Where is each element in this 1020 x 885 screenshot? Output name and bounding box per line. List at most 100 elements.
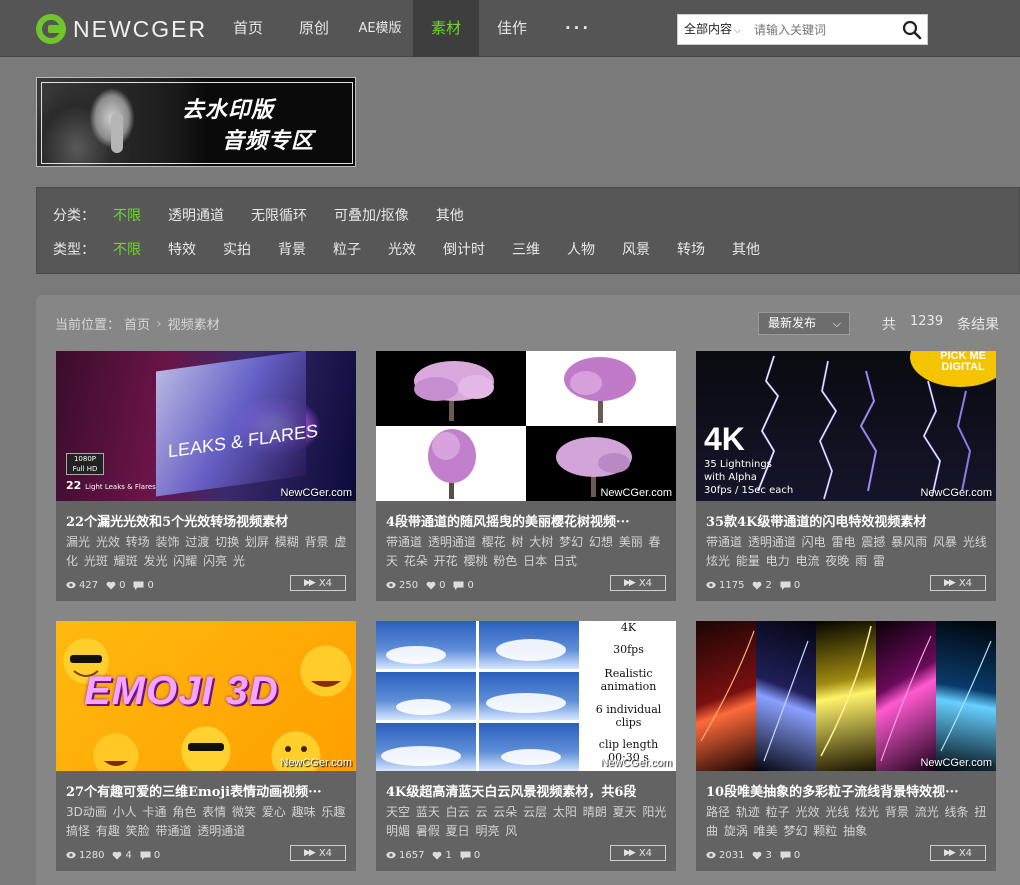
breadcrumb-current[interactable]: 视频素材 <box>168 314 220 333</box>
sort-select[interactable]: 最新发布 ⌵ <box>758 312 850 335</box>
logo-text: NEWCGER <box>73 15 208 42</box>
search-button[interactable] <box>901 19 923 41</box>
nav-item-showcase[interactable]: 佳作 <box>479 0 545 57</box>
chevron-down-icon: ⌵ <box>832 317 841 330</box>
likes-stat: 2 <box>752 579 772 591</box>
type-option-scenery[interactable]: 风景 <box>622 239 650 259</box>
speed-label: X4 <box>318 847 333 859</box>
type-option-background[interactable]: 背景 <box>278 239 306 259</box>
video-card[interactable]: 4K 30fps Realistic animation 6 individua… <box>376 621 676 871</box>
video-stats: 250 0 0 <box>386 578 482 592</box>
preview-speed-button[interactable]: ▶▶ X4 <box>290 575 346 591</box>
nav-item-original[interactable]: 原创 <box>281 0 347 57</box>
eye-icon <box>386 581 396 589</box>
video-title[interactable]: 27个有趣可爱的三维Emoji表情动画视频··· <box>66 781 350 800</box>
type-option-effects[interactable]: 特效 <box>168 239 196 259</box>
video-thumbnail[interactable]: NewCGer.com <box>696 621 996 771</box>
banner-line-2: 音频专区 <box>222 128 315 154</box>
video-card[interactable]: NewCGer.com 4段带通道的随风摇曳的美丽樱花树视频··· 带通道 透明… <box>376 351 676 601</box>
likes-count: 1 <box>445 849 452 861</box>
video-tags: 漏光 光效 转场 装饰 过渡 切换 划屏 模糊 背景 虚化 光斑 耀斑 发光 闪… <box>66 535 347 568</box>
video-title[interactable]: 22个漏光光效和5个光效转场视频素材 <box>66 511 350 530</box>
cloud-shape <box>496 639 566 661</box>
nav-item-more[interactable]: ··· <box>545 0 611 57</box>
watermark: NewCGer.com <box>600 487 672 499</box>
video-thumbnail[interactable]: NewCGer.com <box>376 351 676 501</box>
type-option-light[interactable]: 光效 <box>388 239 416 259</box>
thumbnail-caption: 4K <box>620 621 637 634</box>
views-stat: 1657 <box>386 850 424 861</box>
search-scope-select[interactable]: 全部内容 ⌵ <box>678 15 750 44</box>
video-card[interactable]: EMOJI 3D NewCGer.com 27个有趣可爱的三维Emoji表情动画… <box>56 621 356 871</box>
category-option-alpha[interactable]: 透明通道 <box>168 205 224 225</box>
video-thumbnail[interactable]: EMOJI 3D NewCGer.com <box>56 621 356 771</box>
video-card[interactable]: NewCGer.com 10段唯美抽象的多彩粒子流线背景特效视··· 路径 轨迹… <box>696 621 996 871</box>
banner-line-1: 去水印版 <box>182 97 275 123</box>
nav-item-ae-templates[interactable]: AE模版 <box>347 0 413 57</box>
comment-icon <box>460 851 471 860</box>
nav-item-home[interactable]: 首页 <box>215 0 281 57</box>
eye-icon <box>706 851 716 859</box>
video-title[interactable]: 4段带通道的随风摇曳的美丽樱花树视频··· <box>386 511 670 530</box>
comment-icon <box>780 851 791 860</box>
likes-count: 2 <box>765 579 772 591</box>
type-option-people[interactable]: 人物 <box>567 239 595 259</box>
preview-speed-button[interactable]: ▶▶ X4 <box>930 575 986 591</box>
cherry-tree-illustration <box>414 357 636 499</box>
video-thumbnail[interactable]: 4K 30fps Realistic animation 6 individua… <box>376 621 676 771</box>
likes-count: 0 <box>119 579 126 591</box>
likes-count: 4 <box>125 849 132 861</box>
video-tags: 天空 蓝天 白云 云 云朵 云层 太阳 晴朗 夏天 阳光 明媚 暑假 夏日 明亮… <box>386 805 667 838</box>
preview-speed-button[interactable]: ▶▶ X4 <box>290 845 346 861</box>
eye-icon <box>66 581 76 589</box>
video-stats: 2031 3 0 <box>706 848 808 862</box>
watermark: NewCGer.com <box>280 487 352 499</box>
preview-speed-button[interactable]: ▶▶ X4 <box>930 845 986 861</box>
promo-line-2: DIGITAL <box>941 361 985 373</box>
category-option-overlay[interactable]: 可叠加/抠像 <box>334 205 409 225</box>
category-option-loop[interactable]: 无限循环 <box>251 205 307 225</box>
thumbnail-box-art <box>156 351 306 497</box>
video-card[interactable]: PICK ME DIGITAL 4K 35 Lightnings with Alph… <box>696 351 996 601</box>
type-option-any[interactable]: 不限 <box>113 239 141 259</box>
video-stats: 427 0 0 <box>66 578 162 592</box>
badge-line-1: 1080P <box>73 455 97 463</box>
type-option-live-action[interactable]: 实拍 <box>223 239 251 259</box>
type-option-countdown[interactable]: 倒计时 <box>443 239 485 259</box>
video-tags: 带通道 透明通道 樱花 树 大树 梦幻 幻想 美丽 春天 花朵 开花 樱桃 粉色… <box>386 535 661 568</box>
caption-line-3: 30fps / 1Sec each <box>704 485 794 496</box>
preview-speed-button[interactable]: ▶▶ X4 <box>610 845 666 861</box>
resolution-badge: 1080P Full HD <box>66 453 104 475</box>
video-thumbnail[interactable]: LEAKS & FLARES 1080P Full HD 22 Light Lea… <box>56 351 356 501</box>
category-option-any[interactable]: 不限 <box>113 205 141 225</box>
preview-speed-button[interactable]: ▶▶ X4 <box>610 575 666 591</box>
video-thumbnail[interactable]: PICK ME DIGITAL 4K 35 Lightnings with Alph… <box>696 351 996 501</box>
video-card[interactable]: LEAKS & FLARES 1080P Full HD 22 Light Lea… <box>56 351 356 601</box>
video-title[interactable]: 35款4K级带通道的闪电特效视频素材 <box>706 511 990 530</box>
fast-forward-icon: ▶▶ <box>943 578 956 588</box>
breadcrumb-home-link[interactable]: 首页 <box>124 314 150 333</box>
category-option-other[interactable]: 其他 <box>436 205 464 225</box>
video-title[interactable]: 10段唯美抽象的多彩粒子流线背景特效视··· <box>706 781 990 800</box>
likes-stat: 0 <box>426 580 445 591</box>
thumbnail-caption: clip length <box>598 738 659 751</box>
type-option-3d[interactable]: 三维 <box>512 239 540 259</box>
cloud-shape <box>396 699 451 715</box>
comment-icon <box>453 581 464 590</box>
search-icon <box>902 20 922 40</box>
type-option-transition[interactable]: 转场 <box>677 239 705 259</box>
video-tags: 路径 轨迹 粒子 光效 光线 炫光 背景 流光 线条 扭曲 旋涡 唯美 梦幻 颗… <box>706 805 987 838</box>
audio-zone-banner[interactable]: 去水印版 音频专区 <box>36 77 356 167</box>
search-input[interactable] <box>754 18 894 41</box>
views-stat: 2031 <box>706 850 744 861</box>
type-option-particles[interactable]: 粒子 <box>333 239 361 259</box>
heart-icon <box>113 851 122 859</box>
nav-item-footage[interactable]: 素材 <box>413 0 479 57</box>
video-title[interactable]: 4K级超高清蓝天白云风景视频素材，共6段 <box>386 781 670 800</box>
type-option-other[interactable]: 其他 <box>732 239 760 259</box>
views-count: 1657 <box>399 849 425 861</box>
thumbnail-caption: clips <box>615 716 642 729</box>
watermark: NewCGer.com <box>920 757 992 769</box>
result-count-prefix: 共 <box>882 317 896 333</box>
site-logo[interactable]: NEWCGER <box>36 12 207 46</box>
